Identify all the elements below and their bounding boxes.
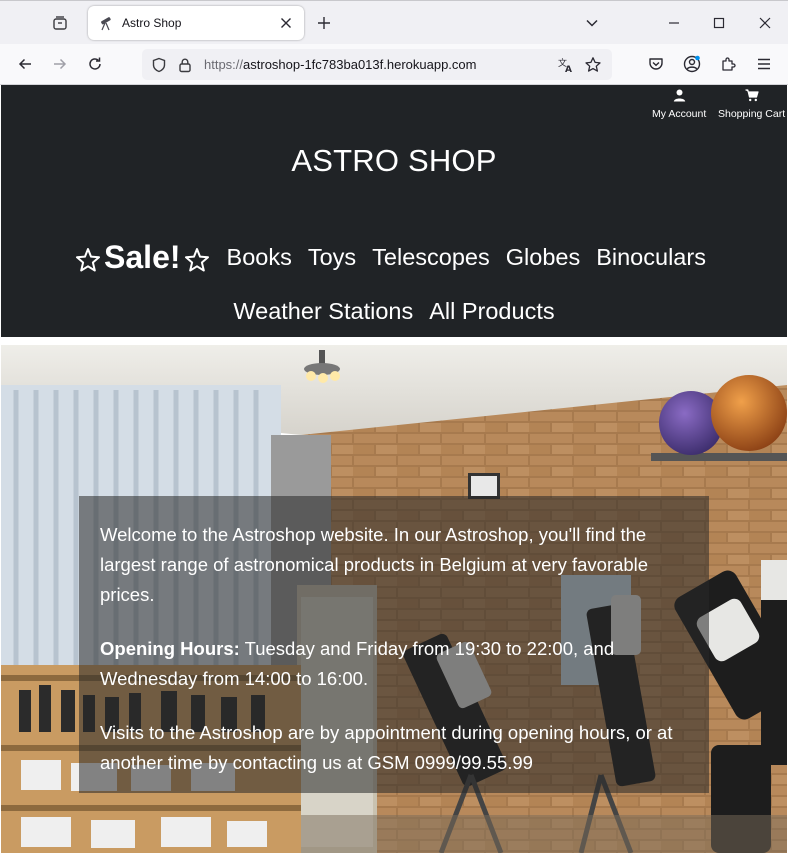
chevron-down-icon[interactable] <box>580 11 604 35</box>
cart-icon <box>745 88 759 103</box>
my-account-label: My Account <box>652 108 707 120</box>
shield-icon[interactable] <box>150 56 168 74</box>
minimize-icon[interactable] <box>660 9 688 37</box>
star-icon <box>183 246 211 274</box>
page: My Account Shopping Cart ASTRO SHOP Sale… <box>1 85 787 853</box>
browser-tab[interactable]: Astro Shop <box>88 6 304 40</box>
back-arrow-icon[interactable] <box>12 51 38 77</box>
opening-hours-paragraph: Opening Hours: Tuesday and Friday from 1… <box>100 634 689 694</box>
telescope-favicon-icon <box>98 15 114 31</box>
translate-icon[interactable]: 文A <box>557 56 575 74</box>
browser-navigation-bar: https://astroshop-1fc783ba013f.herokuapp… <box>0 44 788 85</box>
maximize-icon[interactable] <box>705 9 733 37</box>
svg-text:A: A <box>565 65 572 74</box>
user-icon <box>673 88 686 103</box>
welcome-overlay: Welcome to the Astroshop website. In our… <box>79 496 709 793</box>
shopping-cart-link[interactable]: Shopping Cart <box>718 88 785 120</box>
menu-icon[interactable] <box>751 51 777 77</box>
bookmark-star-icon[interactable] <box>584 56 602 74</box>
extensions-icon[interactable] <box>715 51 741 77</box>
site-header: My Account Shopping Cart ASTRO SHOP Sale… <box>1 85 787 337</box>
window-close-icon[interactable] <box>751 9 779 37</box>
nav-link-toys[interactable]: Toys <box>308 244 356 271</box>
nav-sale-link[interactable]: Sale! <box>74 239 210 276</box>
lock-icon[interactable] <box>176 56 194 74</box>
nav-row-1: Sale! Books Toys Telescopes Globes Binoc… <box>1 235 787 279</box>
star-icon <box>74 246 102 274</box>
my-account-link[interactable]: My Account <box>652 88 706 120</box>
plus-icon[interactable] <box>312 11 336 35</box>
welcome-paragraph: Welcome to the Astroshop website. In our… <box>100 524 649 605</box>
nav-link-books[interactable]: Books <box>227 244 292 271</box>
nav-link-telescopes[interactable]: Telescopes <box>372 244 490 271</box>
tab-title: Astro Shop <box>122 16 182 30</box>
opening-hours-label: Opening Hours: <box>100 638 240 659</box>
account-icon[interactable] <box>679 51 705 77</box>
url-host: astroshop-1fc783ba013f.herokuapp.com <box>243 57 477 72</box>
nav-row-2: Weather Stations All Products <box>1 293 787 329</box>
url-text: https://astroshop-1fc783ba013f.herokuapp… <box>204 57 476 72</box>
forward-arrow-icon[interactable] <box>47 51 73 77</box>
tab-list-icon[interactable] <box>46 10 74 36</box>
reload-icon[interactable] <box>82 51 108 77</box>
nav-link-weather-stations[interactable]: Weather Stations <box>233 298 413 325</box>
url-scheme: https:// <box>204 57 244 72</box>
hero-section: Welcome to the Astroshop website. In our… <box>1 345 787 853</box>
visits-paragraph: Visits to the Astroshop are by appointme… <box>100 722 673 773</box>
nav-sale-label: Sale! <box>104 238 181 275</box>
nav-link-binoculars[interactable]: Binoculars <box>596 244 706 271</box>
close-icon[interactable] <box>278 15 294 31</box>
site-title[interactable]: ASTRO SHOP <box>1 143 787 179</box>
address-bar[interactable]: https://astroshop-1fc783ba013f.herokuapp… <box>142 49 612 80</box>
pocket-icon[interactable] <box>643 51 669 77</box>
nav-link-all-products[interactable]: All Products <box>429 298 554 325</box>
nav-link-globes[interactable]: Globes <box>506 244 580 271</box>
shopping-cart-label: Shopping Cart <box>718 108 786 120</box>
browser-tab-bar: Astro Shop <box>0 0 788 44</box>
